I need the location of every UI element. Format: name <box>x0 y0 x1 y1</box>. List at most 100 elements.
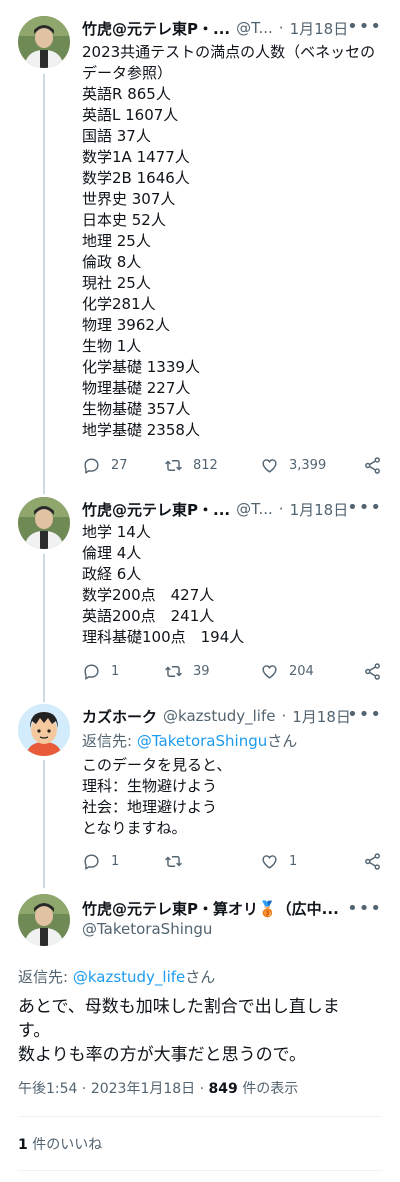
heart-icon <box>262 458 277 473</box>
tweet-line: このデータを見ると、 <box>82 756 232 774</box>
reply-to-suffix: さん <box>185 968 216 986</box>
avatar[interactable] <box>18 894 70 946</box>
share-button[interactable] <box>363 456 382 475</box>
heart-icon <box>262 664 277 679</box>
tweet-line: 数よりも率の方が大事だと思うので。 <box>18 1045 306 1065</box>
tweet-header: 竹虎@元テレ東P・... @T... · 1月18日 <box>82 16 384 40</box>
tweet-line: 地理 25人 <box>82 232 151 250</box>
tweet-line: 国語 37人 <box>82 127 151 145</box>
reply-to-label: 返信先: <box>82 732 137 750</box>
tweet-line: 地学 14人 <box>82 523 151 541</box>
reply-mention-link[interactable]: @TaketoraShingu <box>137 732 267 750</box>
reply-icon <box>84 457 99 474</box>
reply-mention-link[interactable]: @kazstudy_life <box>73 968 185 986</box>
separator-dot: · <box>81 1081 91 1097</box>
tweet-line: データ参照） <box>82 64 173 82</box>
divider <box>18 1170 382 1171</box>
tweet-date[interactable]: 1月18日 <box>290 499 349 520</box>
tweet-text: 2023共通テストの満点の人数（ベネッセの データ参照） 英語R 865人 英語… <box>82 42 388 441</box>
tweet-text: このデータを見ると、 理科：生物避けよう 社会：地理避けよう となりますね。 <box>82 755 388 839</box>
tweet-line: 倫理 4人 <box>82 544 142 562</box>
tweet-line: 理科：生物避けよう <box>82 777 218 795</box>
like-count: 3,399 <box>289 457 327 473</box>
tweet-line: 化学基礎 1339人 <box>82 358 200 376</box>
reply-context: 返信先: @kazstudy_lifeさん <box>18 966 215 987</box>
tweet-text: 地学 14人 倫理 4人 政経 6人 数学200点 427人 英語200点 24… <box>82 522 388 648</box>
tweet-header: カズホーク @kazstudy_life · 1月18日 <box>82 704 384 728</box>
tweet-line: 数学2B 1646人 <box>82 169 190 187</box>
tweet-line: 日本史 52人 <box>82 211 166 229</box>
tweet-actions: 27 812 3,399 <box>82 454 382 476</box>
profile-photo <box>18 497 70 549</box>
display-name[interactable]: カズホーク <box>82 706 157 727</box>
reply-button[interactable]: 27 <box>82 456 164 475</box>
more-options-icon[interactable]: ••• <box>347 16 382 37</box>
tweet-line: 世界史 307人 <box>82 190 176 208</box>
views-label: 件の表示 <box>237 1081 299 1097</box>
share-button[interactable] <box>363 852 382 871</box>
retweet-count: 812 <box>193 457 218 473</box>
tweet-date[interactable]: 1月18日 <box>290 18 349 39</box>
retweet-icon <box>165 459 182 471</box>
tweet-line: す。 <box>18 1021 51 1041</box>
avatar[interactable] <box>18 497 70 549</box>
tweet-line: 数学1A 1477人 <box>82 148 190 166</box>
reply-icon <box>84 853 99 870</box>
tweet-line: 理科基礎100点 194人 <box>82 628 245 646</box>
user-handle[interactable]: @T... <box>236 500 273 518</box>
tweet-line: となりますね。 <box>82 819 187 837</box>
user-handle[interactable]: @T... <box>236 19 273 37</box>
reply-to-suffix: さん <box>267 732 298 750</box>
profile-photo <box>18 16 70 68</box>
tweet-line: 2023共通テストの満点の人数（ベネッセの <box>82 43 376 61</box>
tweet-line: 地学基礎 2358人 <box>82 421 200 439</box>
share-icon <box>365 456 380 474</box>
retweet-button[interactable]: 39 <box>164 662 260 681</box>
reply-icon <box>84 663 99 680</box>
reply-count: 27 <box>111 457 128 473</box>
more-options-icon[interactable]: ••• <box>347 704 382 725</box>
user-handle[interactable]: @TaketoraShingu <box>82 920 212 938</box>
display-name[interactable]: 竹虎@元テレ東P・算オリ🥉（広中... <box>82 898 352 919</box>
like-button[interactable]: 204 <box>260 662 356 681</box>
display-name[interactable]: 竹虎@元テレ東P・... <box>82 499 230 520</box>
tweet-line: 倫政 8人 <box>82 253 142 271</box>
display-name[interactable]: 竹虎@元テレ東P・... <box>82 18 230 39</box>
tweet-line: 生物基礎 357人 <box>82 400 191 418</box>
retweet-icon <box>165 665 182 677</box>
views-count: 849 <box>208 1081 238 1097</box>
retweet-button[interactable]: 812 <box>164 456 260 475</box>
avatar[interactable] <box>18 704 70 756</box>
retweet-button[interactable] <box>164 852 260 871</box>
reply-to-label: 返信先: <box>18 968 73 986</box>
like-count: 1 <box>289 853 298 869</box>
like-button[interactable]: 3,399 <box>260 456 356 475</box>
more-options-icon[interactable]: ••• <box>347 898 382 919</box>
user-handle[interactable]: @kazstudy_life <box>163 707 275 725</box>
thread-line <box>43 74 45 494</box>
likes-label: 件のいいね <box>27 1137 103 1153</box>
tweet-line: 物理 3962人 <box>82 316 170 334</box>
thread-line <box>43 554 45 702</box>
share-button[interactable] <box>363 662 382 681</box>
avatar[interactable] <box>18 16 70 68</box>
reply-button[interactable]: 1 <box>82 852 164 871</box>
reply-count: 1 <box>111 663 120 679</box>
tweet-meta: 午後1:54 · 2023年1月18日 · 849 件の表示 <box>18 1078 298 1098</box>
tweet-line: 化学281人 <box>82 295 156 313</box>
separator-dot: · <box>278 500 284 518</box>
tweet-time[interactable]: 午後1:54 <box>18 1081 77 1097</box>
more-options-icon[interactable]: ••• <box>347 497 382 518</box>
separator-dot: · <box>281 707 287 725</box>
tweet-full-date[interactable]: 2023年1月18日 <box>91 1081 195 1097</box>
tweet-line: 数学200点 427人 <box>82 586 215 604</box>
tweet-header: 竹虎@元テレ東P・... @T... · 1月18日 <box>82 497 384 521</box>
likes-summary[interactable]: 1 件のいいね <box>18 1134 102 1154</box>
like-button[interactable]: 1 <box>260 852 356 871</box>
tweet-line: 英語200点 241人 <box>82 607 215 625</box>
tweet-text: あとで、母数も加味した割合で出し直しま す。 数よりも率の方が大事だと思うので。 <box>18 995 388 1067</box>
reply-button[interactable]: 1 <box>82 662 164 681</box>
tweet-date[interactable]: 1月18日 <box>292 706 351 727</box>
tweet-line: 社会：地理避けよう <box>82 798 218 816</box>
cartoon-avatar <box>18 704 70 756</box>
